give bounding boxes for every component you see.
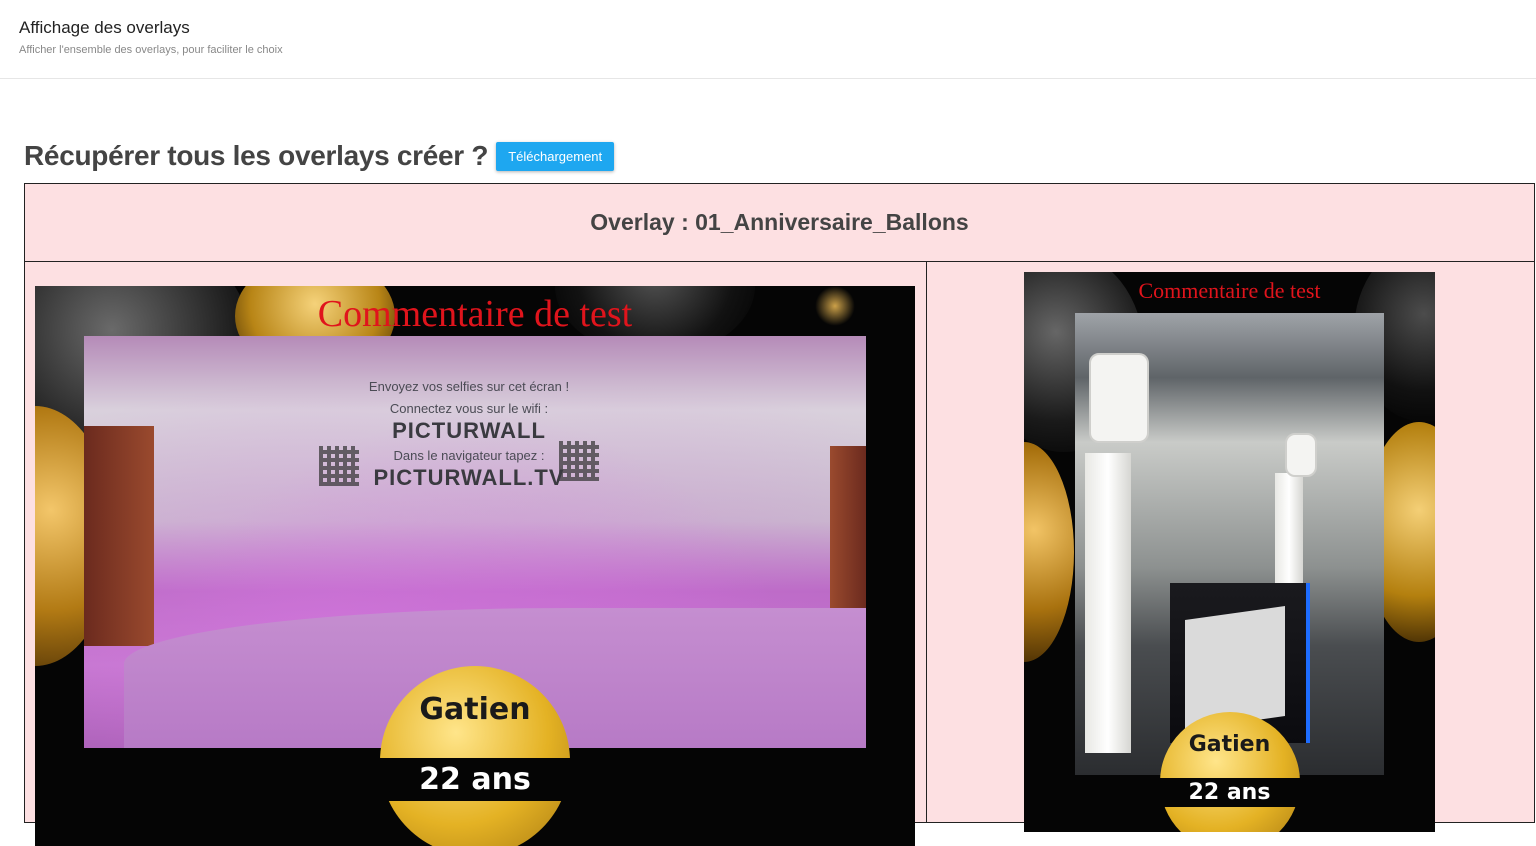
wall-line-brand: PICTURWALL — [392, 418, 546, 443]
overlay-table-body: Commentaire de test Envoyez vos selfies … — [25, 262, 1534, 846]
wall-line: Dans le navigateur tapez : — [393, 448, 545, 463]
speaker-stand — [1085, 453, 1131, 753]
section-heading: Récupérer tous les overlays créer ? — [24, 140, 489, 171]
page-subtitle: Afficher l'ensemble des overlays, pour f… — [19, 44, 283, 56]
overlay-preview-landscape[interactable]: Commentaire de test Envoyez vos selfies … — [35, 286, 915, 846]
moving-head-light — [1089, 353, 1149, 443]
age-badge: Gatien 22 ans — [380, 666, 570, 846]
badge-name: Gatien — [1188, 732, 1271, 757]
curtain-decoration — [84, 426, 154, 646]
wall-line: Connectez vous sur le wifi : — [389, 401, 549, 416]
wall-line-brand: PICTURWALL.TV — [373, 465, 565, 490]
overlay-table: Overlay : 01_Anniversaire_Ballons Commen… — [24, 183, 1535, 846]
moving-head-light — [1285, 433, 1317, 477]
age-badge: Gatien 22 ans — [1159, 712, 1300, 832]
badge-name: Gatien — [419, 692, 531, 727]
download-button[interactable]: Téléchargement — [496, 141, 615, 171]
column-divider — [926, 262, 927, 822]
page-title: Affichage des overlays — [19, 18, 190, 37]
overlay-title: Overlay : 01_Anniversaire_Ballons — [590, 209, 969, 235]
badge-age: 22 ans — [1159, 778, 1300, 807]
download-row: Récupérer tous les overlays créer ? Télé… — [24, 140, 615, 172]
page-header: Affichage des overlays Afficher l'ensemb… — [0, 0, 1536, 79]
overlay-preview-portrait[interactable]: Commentaire de test Gatien 22 ans — [1024, 272, 1435, 832]
overlay-comment: Commentaire de test — [317, 293, 633, 335]
wall-line: Envoyez vos selfies sur cet écran ! — [368, 379, 570, 394]
overlay-table-header: Overlay : 01_Anniversaire_Ballons — [25, 184, 1534, 262]
wall-projection-text: Envoyez vos selfies sur cet écran ! Conn… — [314, 376, 624, 492]
balloon-decoration — [1024, 442, 1074, 662]
overlay-comment: Commentaire de test — [1138, 278, 1321, 303]
overlay-photo — [1075, 313, 1384, 775]
badge-age: 22 ans — [380, 758, 570, 801]
